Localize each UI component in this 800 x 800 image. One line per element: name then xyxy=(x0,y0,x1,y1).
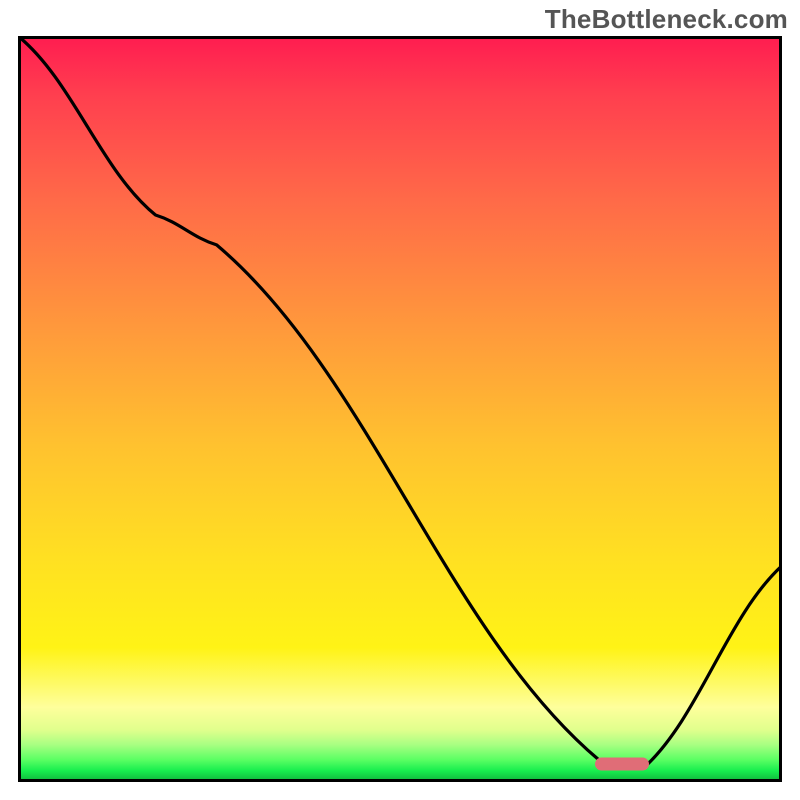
curve-path xyxy=(18,36,782,767)
watermark-text: TheBottleneck.com xyxy=(545,4,788,35)
chart-frame: TheBottleneck.com xyxy=(0,0,800,800)
optimum-marker xyxy=(595,758,649,771)
plot-area xyxy=(18,36,782,782)
curve-svg xyxy=(18,36,782,782)
